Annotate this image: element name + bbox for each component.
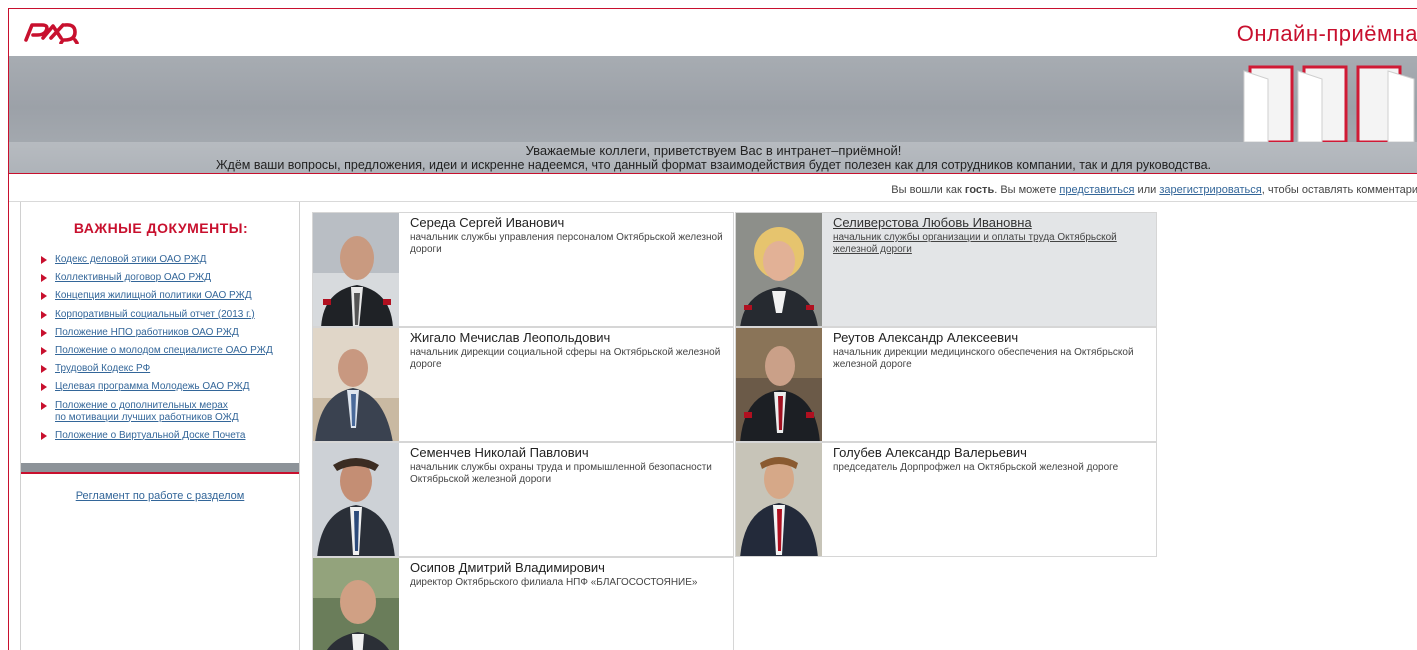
person-position: начальник службы управления персоналом О… (410, 232, 723, 255)
person-name[interactable]: Голубев Александр Валерьевич (833, 445, 1027, 460)
person-card[interactable]: Середа Сергей Иванович начальник службы … (312, 212, 734, 327)
doc-link-young-specialist[interactable]: Положение о молодом специалисте ОАО РЖД (41, 345, 273, 357)
site-title: Онлайн-приёмна (1236, 21, 1417, 46)
doc-link-youth-program[interactable]: Целевая программа Молодежь ОАО РЖД (41, 381, 273, 393)
doc-link-labor-code[interactable]: Трудовой Кодекс РФ (41, 363, 273, 375)
doc-link-honor-board[interactable]: Положение о Виртуальной Доске Почета (41, 430, 273, 442)
person-photo (313, 213, 399, 326)
person-name[interactable]: Семенчев Николай Павлович (410, 445, 589, 460)
person-photo (313, 558, 399, 650)
red-divider (9, 173, 1417, 174)
guest-label: гость (964, 184, 995, 196)
person-position: начальник службы организации и оплаты тр… (833, 232, 1117, 255)
register-link[interactable]: зарегистрироваться (1159, 184, 1261, 196)
person-card[interactable]: Жигало Мечислав Леопольдович начальник д… (312, 327, 734, 442)
sidebar-gray-band (21, 463, 299, 472)
header-banner (9, 56, 1417, 142)
doc-link-social-report[interactable]: Корпоративный социальный отчет (2013 г.) (41, 309, 273, 321)
person-position: председатель Дорпрофжел на Октябрьской ж… (833, 462, 1119, 473)
person-photo (313, 443, 399, 556)
person-position: начальник дирекции социальной сферы на О… (410, 347, 721, 370)
person-position: директор Октябрьского филиала НПФ «БЛАГО… (410, 577, 698, 588)
person-name[interactable]: Середа Сергей Иванович (410, 215, 564, 230)
person-name[interactable]: Селиверстова Любовь Ивановна (833, 215, 1032, 230)
person-card[interactable]: Голубев Александр Валерьевич председател… (735, 442, 1157, 557)
doc-link-collective-agreement[interactable]: Коллективный договор ОАО РЖД (41, 272, 273, 284)
doc-link-housing-policy[interactable]: Концепция жилищной политики ОАО РЖД (41, 290, 273, 302)
greeting-block: Уважаемые коллеги, приветствуем Вас в ин… (9, 142, 1417, 173)
person-name[interactable]: Реутов Александр Алексеевич (833, 330, 1018, 345)
doc-link-npo-regulation[interactable]: Положение НПО работников ОАО РЖД (41, 327, 273, 339)
person-name[interactable]: Осипов Дмитрий Владимирович (410, 560, 605, 575)
sidebar: ВАЖНЫЕ ДОКУМЕНТЫ: Кодекс деловой этики О… (20, 202, 300, 650)
reglament-link[interactable]: Регламент по работе с разделом (21, 490, 299, 502)
rzd-logo[interactable] (23, 20, 83, 44)
doc-link-motivation-measures[interactable]: Положение о дополнительных мерах по моти… (41, 400, 273, 424)
person-photo (736, 443, 822, 556)
greeting-text: Ждём ваши вопросы, предложения, идеи и и… (216, 158, 1211, 172)
doc-link-ethics-code[interactable]: Кодекс деловой этики ОАО РЖД (41, 254, 273, 266)
person-name[interactable]: Жигало Мечислав Леопольдович (410, 330, 610, 345)
important-docs-list: Кодекс деловой этики ОАО РЖД Коллективны… (41, 254, 273, 448)
introduce-link[interactable]: представиться (1059, 184, 1134, 196)
person-card[interactable]: Реутов Александр Алексеевич начальник ди… (735, 327, 1157, 442)
person-position: начальник дирекции медицинского обеспече… (833, 347, 1134, 370)
important-docs-title: ВАЖНЫЕ ДОКУМЕНТЫ: (73, 220, 249, 236)
person-photo (313, 328, 399, 441)
person-card[interactable]: Семенчев Николай Павлович начальник служ… (312, 442, 734, 557)
greeting-title: Уважаемые коллеги, приветствуем Вас в ин… (525, 143, 902, 158)
doors-illustration (1243, 65, 1415, 142)
person-photo (736, 213, 822, 326)
person-card[interactable]: Осипов Дмитрий Владимирович директор Окт… (312, 557, 734, 650)
sidebar-red-line (21, 472, 299, 474)
person-position: начальник службы охраны труда и промышле… (410, 462, 712, 485)
person-card[interactable]: Селиверстова Любовь Ивановна начальник с… (735, 212, 1157, 327)
login-status-bar: Вы вошли как гость. Вы можете представит… (891, 184, 1417, 196)
page-frame: Онлайн-приёмна Уважаемые коллеги, привет… (8, 8, 1417, 650)
person-photo (736, 328, 822, 441)
top-bar: Онлайн-приёмна (9, 9, 1417, 56)
